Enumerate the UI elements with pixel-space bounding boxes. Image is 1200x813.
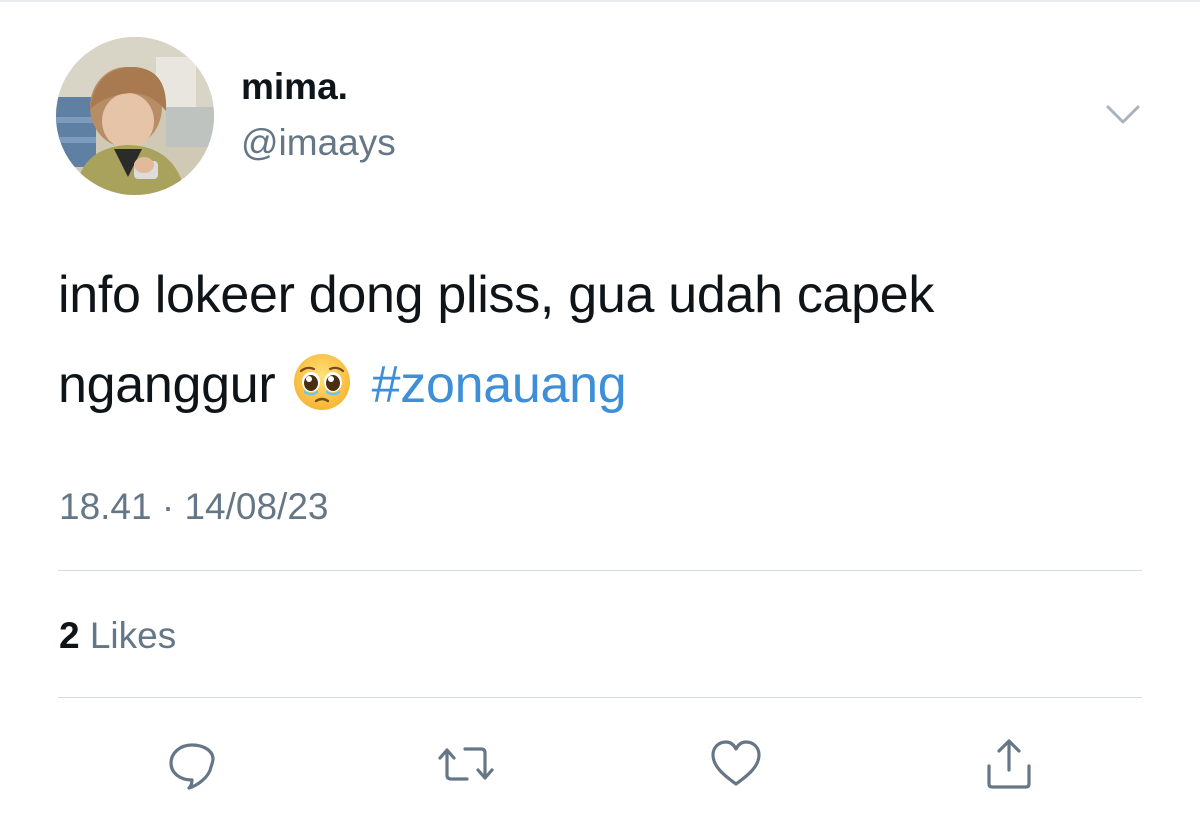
reply-icon [169,743,215,790]
avatar[interactable] [56,37,214,195]
likes-label: Likes [79,615,177,656]
display-name[interactable]: mima. [241,66,348,109]
share-button[interactable] [979,734,1039,794]
likes-number: 2 [59,615,80,656]
avatar-photo [56,37,214,195]
likes-count[interactable]: 2 Likes [59,614,176,658]
heart-icon [711,740,761,786]
pleading-face-emoji-icon [292,350,352,410]
like-button[interactable] [706,734,766,794]
tweet-text: info lokeer dong pliss, gua udah capek n… [58,250,1158,430]
retweet-icon [438,747,494,781]
chevron-down-icon[interactable] [1104,101,1142,129]
divider [58,697,1142,698]
reply-button[interactable] [162,734,222,794]
top-border [0,0,1200,2]
divider [58,570,1142,571]
user-handle[interactable]: @imaays [241,122,396,165]
hashtag-link[interactable]: #zonauang [372,356,627,414]
tweet-timestamp[interactable]: 18.41 · 14/08/23 [59,485,329,529]
retweet-button[interactable] [436,734,496,794]
share-icon [987,739,1031,789]
